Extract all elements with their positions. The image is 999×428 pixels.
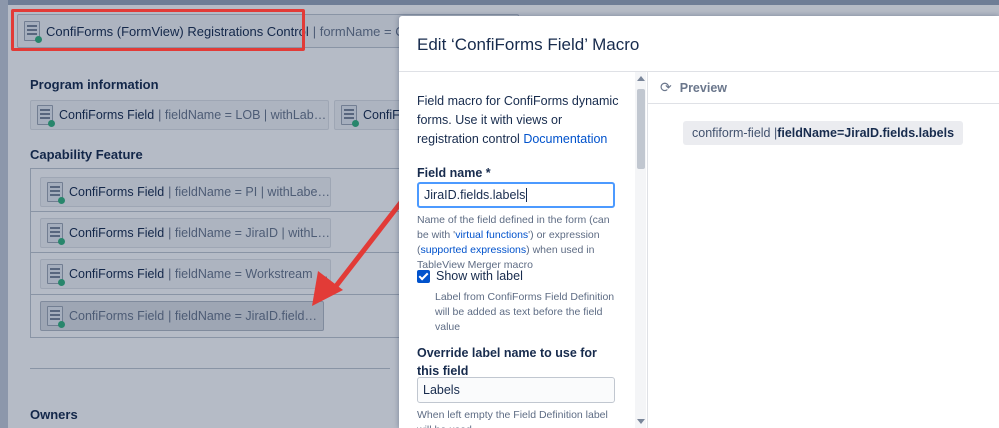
scroll-up-icon[interactable] xyxy=(637,76,645,81)
override-label-input[interactable]: Labels xyxy=(417,377,615,403)
supported-expressions-link[interactable]: supported expressions xyxy=(421,244,527,256)
preview-param-value: JiraID.fields.labels xyxy=(844,126,955,140)
red-highlight-box xyxy=(11,9,305,51)
preview-param-eq: = xyxy=(836,126,845,140)
scroll-thumb[interactable] xyxy=(637,89,645,169)
documentation-link[interactable]: Documentation xyxy=(523,132,607,146)
field-name-input[interactable]: JiraID.fields.labels xyxy=(417,182,615,208)
override-label-value: Labels xyxy=(423,383,460,397)
preview-macro-name: confiform-field | xyxy=(692,126,778,140)
override-label-label: Override label name to use for this fiel… xyxy=(417,346,597,378)
field-name-value: JiraID.fields.labels xyxy=(424,188,526,202)
show-with-label-text: Show with label xyxy=(436,269,523,283)
virtual-functions-link[interactable]: virtual functions xyxy=(455,229,528,241)
preview-macro-placeholder: confiform-field | fieldName = JiraID.fie… xyxy=(683,121,964,145)
show-with-label-checkbox[interactable] xyxy=(417,269,430,283)
scroll-down-icon[interactable] xyxy=(637,419,645,424)
macro-parameters-pane: Field macro for ConfiForms dynamic forms… xyxy=(399,72,647,428)
text-caret xyxy=(526,188,528,202)
preview-header: ⟳ Preview xyxy=(648,72,999,104)
refresh-icon[interactable]: ⟳ xyxy=(660,79,672,96)
preview-pane: ⟳ Preview confiform-field | fieldName = … xyxy=(647,72,999,428)
show-with-label-help: Label from ConfiForms Field Definition w… xyxy=(435,291,615,333)
override-label-help: When left empty the Field Definition lab… xyxy=(417,409,608,428)
preview-title: Preview xyxy=(679,80,727,95)
edit-macro-dialog: Edit ‘ConfiForms Field’ Macro Field macr… xyxy=(399,16,999,428)
show-with-label-row[interactable]: Show with label xyxy=(417,269,523,283)
dialog-title: Edit ‘ConfiForms Field’ Macro xyxy=(417,35,640,54)
macro-description: Field macro for ConfiForms dynamic forms… xyxy=(417,92,622,149)
field-name-help: Name of the field defined in the form (c… xyxy=(417,213,622,273)
parameters-scrollbar[interactable] xyxy=(635,72,646,428)
field-name-label: Field name * xyxy=(417,166,491,180)
preview-param-key: fieldName xyxy=(777,126,837,140)
